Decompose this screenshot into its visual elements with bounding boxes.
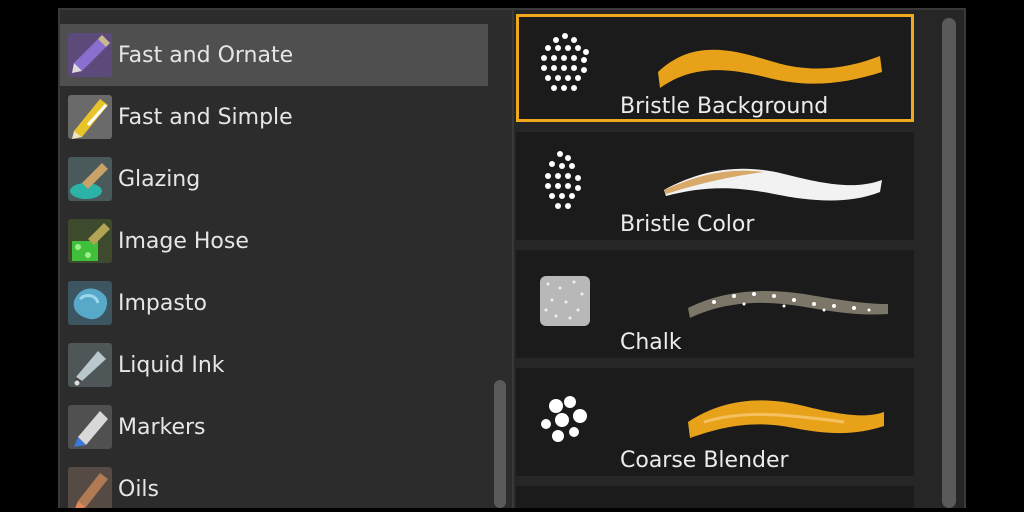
- variant-item-chalk[interactable]: Chalk: [516, 250, 914, 358]
- variant-label: Chalk: [620, 330, 682, 355]
- category-item-image-hose[interactable]: Image Hose: [60, 210, 488, 272]
- category-label: Markers: [118, 414, 206, 440]
- purple-brush-icon: [68, 33, 112, 77]
- bristle-dab-icon: [545, 151, 581, 209]
- category-item-oils[interactable]: Oils: [60, 458, 488, 508]
- glazing-brush-icon: [68, 157, 112, 201]
- stroke-preview: [658, 49, 882, 88]
- marker-icon: [68, 405, 112, 449]
- image-hose-icon: [68, 219, 112, 263]
- category-scrollbar-thumb[interactable]: [494, 380, 506, 508]
- stroke-preview: [688, 290, 888, 318]
- coarse-dab-icon: [541, 396, 587, 442]
- yellow-pencil-icon: [68, 95, 112, 139]
- category-label: Oils: [118, 476, 160, 502]
- category-label: Impasto: [118, 290, 207, 316]
- variant-item-partial[interactable]: [516, 486, 914, 508]
- variant-item-bristle-color[interactable]: Bristle Color: [516, 132, 914, 240]
- category-label: Fast and Simple: [118, 104, 293, 130]
- bristle-dab-icon: [541, 33, 589, 91]
- variant-item-coarse-blender[interactable]: Coarse Blender: [516, 368, 914, 476]
- oil-brush-icon: [68, 467, 112, 508]
- brush-category-list: Fast and Ornate Fast and Simple Glazing …: [60, 10, 490, 508]
- category-label: Fast and Ornate: [118, 42, 294, 68]
- variant-scrollbar-thumb[interactable]: [942, 18, 956, 508]
- brush-library-panel: Fast and Ornate Fast and Simple Glazing …: [58, 8, 966, 508]
- stroke-preview: [664, 168, 882, 201]
- variant-label: Bristle Background: [620, 94, 829, 119]
- category-item-liquid-ink[interactable]: Liquid Ink: [60, 334, 488, 396]
- category-item-glazing[interactable]: Glazing: [60, 148, 488, 210]
- category-label: Liquid Ink: [118, 352, 225, 378]
- variant-label: Bristle Color: [620, 212, 755, 237]
- category-label: Image Hose: [118, 228, 249, 254]
- ink-pen-icon: [68, 343, 112, 387]
- chalk-dab-icon: [540, 276, 590, 326]
- category-item-fast-and-simple[interactable]: Fast and Simple: [60, 86, 488, 148]
- impasto-icon: [68, 281, 112, 325]
- brush-variant-list: Bristle Background Bristle Color Chalk C…: [514, 10, 934, 508]
- stroke-preview: [688, 400, 884, 438]
- category-item-fast-and-ornate[interactable]: Fast and Ornate: [60, 24, 488, 86]
- category-item-markers[interactable]: Markers: [60, 396, 488, 458]
- category-label: Glazing: [118, 166, 201, 192]
- variant-item-bristle-background[interactable]: Bristle Background: [516, 14, 914, 122]
- variant-label: Coarse Blender: [620, 448, 789, 473]
- category-item-impasto[interactable]: Impasto: [60, 272, 488, 334]
